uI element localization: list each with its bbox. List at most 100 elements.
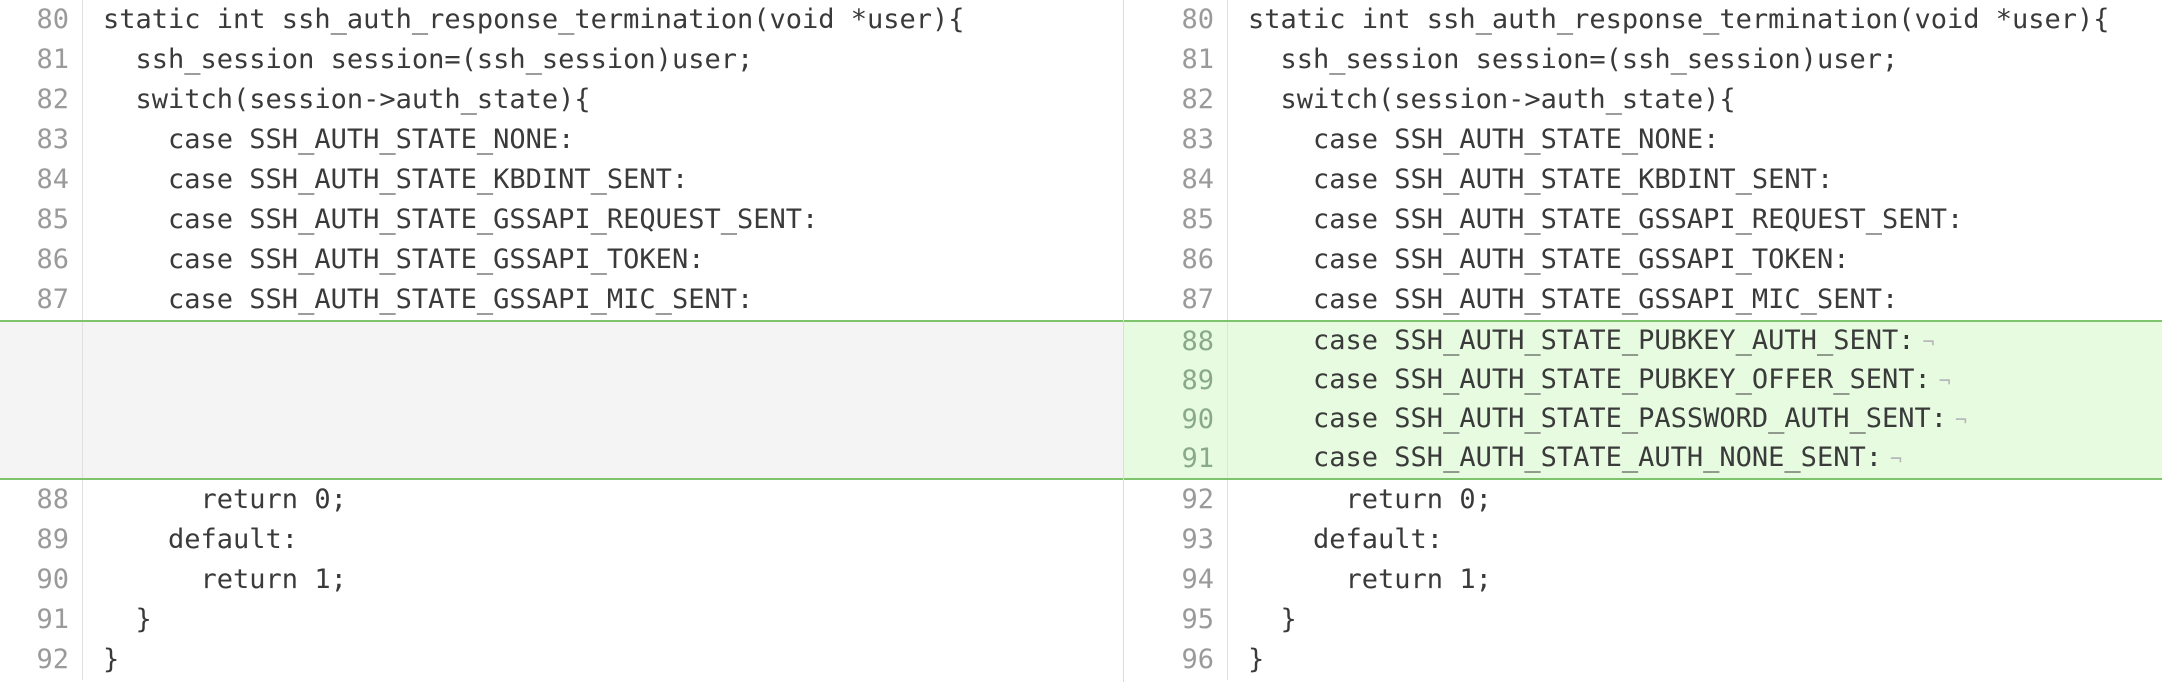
line-number: 83 bbox=[1124, 120, 1228, 160]
code-line[interactable]: 82 switch(session->auth_state){ bbox=[0, 80, 1123, 120]
code-line[interactable]: 84 case SSH_AUTH_STATE_KBDINT_SENT: bbox=[0, 160, 1123, 200]
line-number: 82 bbox=[0, 80, 83, 120]
placeholder-gutter bbox=[0, 322, 83, 478]
code-text-content: case SSH_AUTH_STATE_PASSWORD_AUTH_SENT: bbox=[1248, 403, 1947, 434]
line-number: 89 bbox=[0, 520, 83, 560]
code-text: switch(session->auth_state){ bbox=[103, 84, 591, 115]
code-text: return 0; bbox=[103, 484, 347, 515]
line-number: 92 bbox=[1124, 480, 1228, 520]
code-line[interactable]: 85 case SSH_AUTH_STATE_GSSAPI_REQUEST_SE… bbox=[1124, 200, 2162, 240]
code-text: case SSH_AUTH_STATE_NONE: bbox=[1248, 124, 1720, 155]
line-number: 92 bbox=[0, 640, 83, 680]
line-end-marker-icon: ¬ bbox=[1889, 447, 1903, 471]
line-number: 88 bbox=[0, 480, 83, 520]
code-line[interactable]: 83 case SSH_AUTH_STATE_NONE: bbox=[1124, 120, 2162, 160]
code-text: static int ssh_auth_response_termination… bbox=[1248, 4, 2110, 35]
code-text-content: case SSH_AUTH_STATE_AUTH_NONE_SENT: bbox=[1248, 442, 1882, 473]
line-number: 89 bbox=[1124, 361, 1228, 400]
code-text: case SSH_AUTH_STATE_GSSAPI_MIC_SENT: bbox=[1248, 284, 1899, 315]
diff-placeholder-block bbox=[0, 320, 1123, 480]
line-number: 82 bbox=[1124, 80, 1228, 120]
line-number: 91 bbox=[0, 600, 83, 640]
code-line[interactable]: 81 ssh_session session=(ssh_session)user… bbox=[0, 40, 1123, 80]
line-number: 96 bbox=[1124, 640, 1228, 680]
line-number: 80 bbox=[0, 0, 83, 40]
code-line[interactable]: 86 case SSH_AUTH_STATE_GSSAPI_TOKEN: bbox=[0, 240, 1123, 280]
code-text: case SSH_AUTH_STATE_GSSAPI_TOKEN: bbox=[1248, 244, 1850, 275]
code-text: case SSH_AUTH_STATE_PUBKEY_OFFER_SENT: ¬ bbox=[1228, 360, 2162, 401]
line-end-marker-icon: ¬ bbox=[1938, 369, 1951, 393]
line-end-marker-icon: ¬ bbox=[1922, 330, 1935, 354]
code-line[interactable]: 95 } bbox=[1124, 600, 2162, 640]
code-text: case SSH_AUTH_STATE_GSSAPI_REQUEST_SENT: bbox=[103, 204, 819, 235]
code-text: return 0; bbox=[1248, 484, 1492, 515]
code-line[interactable]: 90 return 1; bbox=[0, 560, 1123, 600]
added-code-line[interactable]: 89 case SSH_AUTH_STATE_PUBKEY_OFFER_SENT… bbox=[1124, 361, 2162, 400]
added-code-line[interactable]: 88 case SSH_AUTH_STATE_PUBKEY_AUTH_SENT:… bbox=[1124, 322, 2162, 361]
line-number: 86 bbox=[1124, 240, 1228, 280]
code-line[interactable]: 85 case SSH_AUTH_STATE_GSSAPI_REQUEST_SE… bbox=[0, 200, 1123, 240]
line-number: 94 bbox=[1124, 560, 1228, 600]
line-number: 87 bbox=[1124, 280, 1228, 320]
code-line[interactable]: 88 return 0; bbox=[0, 480, 1123, 520]
line-number: 80 bbox=[1124, 0, 1228, 40]
code-text: case SSH_AUTH_STATE_GSSAPI_REQUEST_SENT: bbox=[1248, 204, 1964, 235]
code-text: } bbox=[103, 644, 120, 675]
code-line[interactable]: 84 case SSH_AUTH_STATE_KBDINT_SENT: bbox=[1124, 160, 2162, 200]
code-line[interactable]: 89 default: bbox=[0, 520, 1123, 560]
added-code-line[interactable]: 90 case SSH_AUTH_STATE_PASSWORD_AUTH_SEN… bbox=[1124, 400, 2162, 439]
code-line[interactable]: 86 case SSH_AUTH_STATE_GSSAPI_TOKEN: bbox=[1124, 240, 2162, 280]
code-text: case SSH_AUTH_STATE_AUTH_NONE_SENT: ¬ bbox=[1228, 438, 2162, 479]
line-number: 86 bbox=[0, 240, 83, 280]
line-number: 90 bbox=[1124, 400, 1228, 439]
code-text-content: case SSH_AUTH_STATE_PUBKEY_AUTH_SENT: bbox=[1248, 325, 1915, 356]
line-number: 84 bbox=[0, 160, 83, 200]
line-number: 85 bbox=[1124, 200, 1228, 240]
code-line[interactable]: 80 static int ssh_auth_response_terminat… bbox=[0, 0, 1123, 40]
code-text: static int ssh_auth_response_termination… bbox=[103, 4, 965, 35]
code-line[interactable]: 93 default: bbox=[1124, 520, 2162, 560]
right-diff-pane[interactable]: 80 static int ssh_auth_response_terminat… bbox=[1124, 0, 2162, 682]
code-line[interactable]: 92 return 0; bbox=[1124, 480, 2162, 520]
code-text: case SSH_AUTH_STATE_PASSWORD_AUTH_SENT: ¬ bbox=[1228, 399, 2162, 440]
code-text: switch(session->auth_state){ bbox=[1248, 84, 1736, 115]
line-number: 93 bbox=[1124, 520, 1228, 560]
code-line[interactable]: 87 case SSH_AUTH_STATE_GSSAPI_MIC_SENT: bbox=[0, 280, 1123, 320]
code-text: default: bbox=[1248, 524, 1444, 555]
added-lines-block: 88 case SSH_AUTH_STATE_PUBKEY_AUTH_SENT:… bbox=[1124, 320, 2162, 480]
line-number: 91 bbox=[1124, 439, 1228, 478]
line-number: 88 bbox=[1124, 322, 1228, 361]
code-line[interactable]: 91 } bbox=[0, 600, 1123, 640]
code-line[interactable]: 80 static int ssh_auth_response_terminat… bbox=[1124, 0, 2162, 40]
code-line[interactable]: 81 ssh_session session=(ssh_session)user… bbox=[1124, 40, 2162, 80]
code-text: default: bbox=[103, 524, 299, 555]
code-text: ssh_session session=(ssh_session)user; bbox=[1248, 44, 1899, 75]
code-line[interactable]: 82 switch(session->auth_state){ bbox=[1124, 80, 2162, 120]
code-text: return 1; bbox=[1248, 564, 1492, 595]
code-text: case SSH_AUTH_STATE_GSSAPI_TOKEN: bbox=[103, 244, 705, 275]
line-end-marker-icon: ¬ bbox=[1954, 408, 1968, 432]
line-number: 83 bbox=[0, 120, 83, 160]
code-text-content: case SSH_AUTH_STATE_PUBKEY_OFFER_SENT: bbox=[1248, 364, 1931, 395]
code-text: case SSH_AUTH_STATE_KBDINT_SENT: bbox=[1248, 164, 1834, 195]
code-line[interactable]: 92 } bbox=[0, 640, 1123, 680]
left-diff-pane[interactable]: 80 static int ssh_auth_response_terminat… bbox=[0, 0, 1123, 682]
code-text: case SSH_AUTH_STATE_KBDINT_SENT: bbox=[103, 164, 689, 195]
added-code-line[interactable]: 91 case SSH_AUTH_STATE_AUTH_NONE_SENT: ¬ bbox=[1124, 439, 2162, 478]
code-line[interactable]: 94 return 1; bbox=[1124, 560, 2162, 600]
code-text: } bbox=[1248, 644, 1265, 675]
code-text: case SSH_AUTH_STATE_PUBKEY_AUTH_SENT: ¬ bbox=[1228, 321, 2162, 362]
line-number: 84 bbox=[1124, 160, 1228, 200]
line-number: 81 bbox=[1124, 40, 1228, 80]
line-number: 90 bbox=[0, 560, 83, 600]
line-number: 95 bbox=[1124, 600, 1228, 640]
code-text: case SSH_AUTH_STATE_NONE: bbox=[103, 124, 575, 155]
code-line[interactable]: 83 case SSH_AUTH_STATE_NONE: bbox=[0, 120, 1123, 160]
code-line[interactable]: 96 } bbox=[1124, 640, 2162, 680]
code-text: } bbox=[1248, 604, 1297, 635]
code-text: } bbox=[103, 604, 152, 635]
code-text: return 1; bbox=[103, 564, 347, 595]
line-number: 81 bbox=[0, 40, 83, 80]
line-number: 87 bbox=[0, 280, 83, 320]
code-line[interactable]: 87 case SSH_AUTH_STATE_GSSAPI_MIC_SENT: bbox=[1124, 280, 2162, 320]
